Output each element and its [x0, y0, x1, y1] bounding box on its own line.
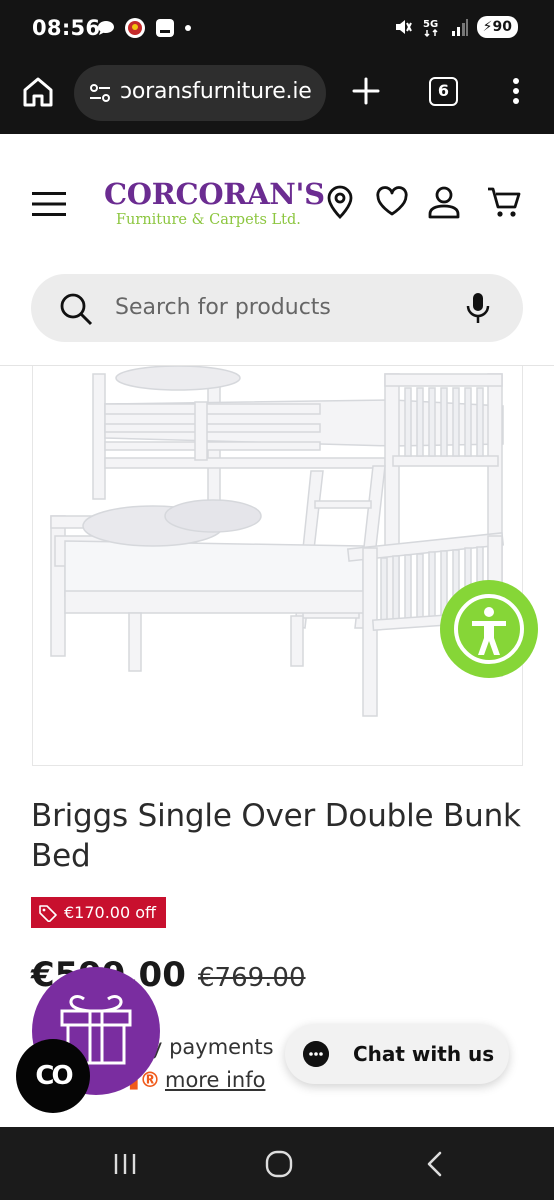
browser-toolbar: ɔoransfurniture.ie 6	[0, 56, 554, 134]
logo-main-text: CORCORAN'S	[104, 177, 325, 211]
site-logo[interactable]: CORCORAN'S Furniture & Carpets Ltd.	[104, 177, 325, 238]
co-button[interactable]: CO	[16, 1039, 90, 1113]
battery-level: 90	[492, 19, 512, 35]
finance-text: y payments	[150, 1035, 274, 1059]
mute-icon	[395, 20, 412, 34]
heart-icon[interactable]	[374, 184, 410, 220]
accessibility-button[interactable]	[440, 580, 538, 678]
product-image[interactable]	[32, 366, 523, 766]
app-square-icon	[156, 19, 174, 37]
network-5g-icon: 5G	[423, 19, 438, 38]
network-label: 5G	[423, 19, 438, 30]
microphone-icon[interactable]	[465, 291, 491, 325]
notification-icons	[96, 17, 192, 39]
chat-icon	[303, 1041, 329, 1067]
status-time: 08:56	[32, 16, 101, 40]
discount-badge: €170.00 off	[31, 897, 167, 928]
battery-icon: ⚡90	[476, 16, 518, 38]
account-icon[interactable]	[426, 184, 462, 220]
signal-icon	[451, 19, 468, 36]
chat-button[interactable]: Chat with us	[285, 1024, 509, 1084]
accessibility-icon	[472, 607, 506, 655]
recent-apps-icon[interactable]	[110, 1149, 140, 1179]
product-title: Briggs Single Over Double Bunk Bed	[31, 798, 521, 874]
plus-icon[interactable]	[348, 73, 384, 109]
home-icon[interactable]	[20, 74, 56, 110]
location-pin-icon[interactable]	[322, 184, 358, 220]
search-icon[interactable]	[59, 292, 93, 326]
dot-icon	[185, 25, 191, 31]
chat-bubble-icon	[98, 21, 114, 35]
address-bar[interactable]: ɔoransfurniture.ie	[74, 65, 326, 121]
tabs-icon[interactable]: 6	[429, 77, 458, 106]
app-icon	[125, 18, 145, 38]
system-status: 5G ⚡90	[393, 16, 518, 38]
back-icon[interactable]	[420, 1149, 450, 1179]
chat-label: Chat with us	[353, 1042, 495, 1066]
cart-icon[interactable]	[486, 184, 522, 220]
price-tag-icon	[39, 904, 57, 922]
hamburger-menu-icon[interactable]	[32, 191, 66, 217]
original-price: €769.00	[198, 963, 306, 993]
logo-sub-text: Furniture & Carpets Ltd.	[116, 212, 301, 228]
menu-icon[interactable]	[504, 73, 528, 109]
url-text: ɔoransfurniture.ie	[120, 79, 312, 104]
more-info-link[interactable]: more info	[165, 1068, 265, 1092]
discount-label: €170.00 off	[64, 903, 157, 922]
system-navigation-bar	[0, 1127, 554, 1200]
site-settings-icon[interactable]	[86, 79, 114, 107]
bunk-bed-illustration	[50, 366, 505, 717]
search-input[interactable]: Search for products	[115, 295, 331, 320]
home-circle-icon[interactable]	[264, 1149, 294, 1179]
site-header: CORCORAN'S Furniture & Carpets Ltd. Sear…	[0, 134, 554, 366]
search-bar[interactable]: Search for products	[31, 274, 523, 342]
status-bar: 08:56 5G ⚡90	[0, 0, 554, 56]
